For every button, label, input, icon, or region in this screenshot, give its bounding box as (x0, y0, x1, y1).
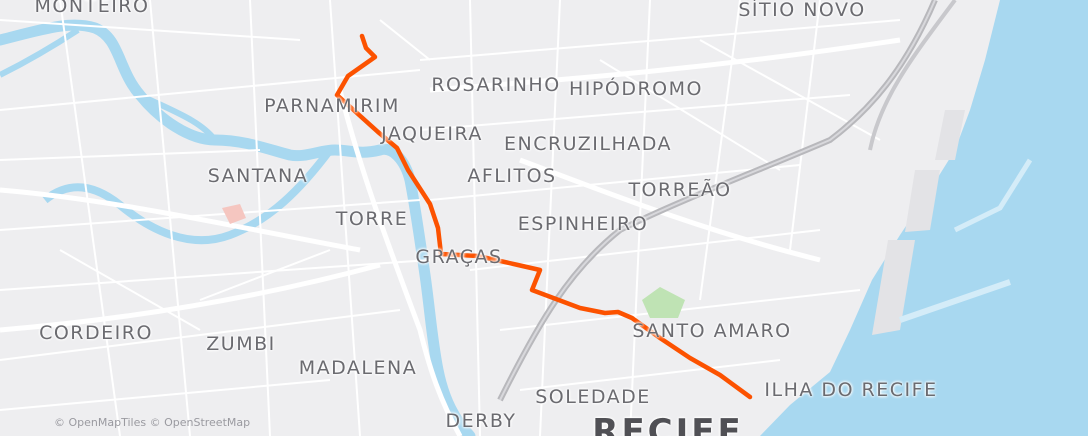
label-madalena: MADALENA (298, 357, 418, 379)
label-rosarinho: ROSARINHO (431, 74, 561, 96)
label-sitio-novo: SÍTIO NOVO (738, 0, 866, 21)
label-parnamirim: PARNAMIRIM (264, 95, 400, 117)
label-cordeiro: CORDEIRO (39, 322, 153, 344)
label-gracas: GRAÇAS (415, 246, 503, 268)
label-santo-amaro: SANTO AMARO (632, 320, 792, 342)
label-aflitos: AFLITOS (467, 165, 557, 187)
label-monteiro: MONTEIRO (34, 0, 150, 17)
label-city-recife: RECIFE (592, 412, 744, 436)
label-santana: SANTANA (207, 165, 309, 187)
label-derby: DERBY (445, 410, 517, 432)
label-jaqueira: JAQUEIRA (381, 123, 483, 145)
label-espinheiro: ESPINHEIRO (517, 213, 649, 235)
label-soledade: SOLEDADE (535, 386, 651, 408)
label-encruzilhada: ENCRUZILHADA (503, 133, 673, 155)
label-zumbi: ZUMBI (206, 333, 276, 355)
label-torre: TORRE (335, 208, 409, 230)
map-attribution[interactable]: © OpenMapTiles © OpenStreetMap (54, 416, 250, 429)
label-ilha-do-recife: ILHA DO RECIFE (764, 379, 938, 401)
label-torreao: TORREÃO (628, 179, 732, 201)
label-hipodromo: HIPÓDROMO (569, 78, 703, 100)
map[interactable]: MONTEIRO SÍTIO NOVO ROSARINHO HIPÓDROMO … (0, 0, 1088, 436)
